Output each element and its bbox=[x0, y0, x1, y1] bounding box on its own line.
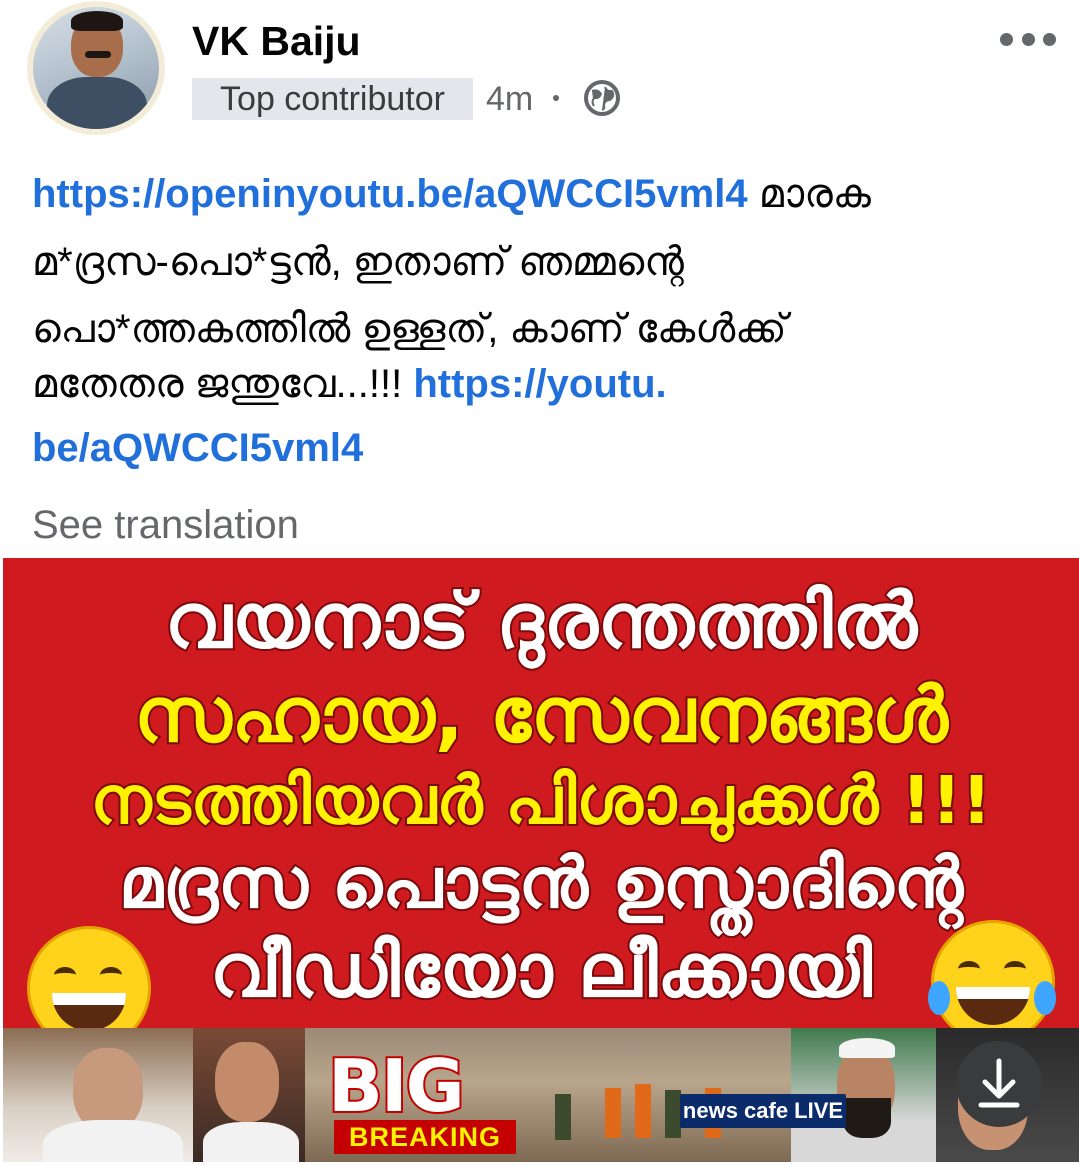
see-translation-link[interactable]: See translation bbox=[32, 503, 299, 548]
thumbnail-headline-2: സഹായ, സേവനങ്ങൾ bbox=[132, 668, 950, 761]
post-link-2-cont[interactable]: be/aQWCCI5vml4 bbox=[32, 426, 363, 470]
post-text-line-3: പൊ*ത്തകത്തിൽ ഉള്ളത്, കാണ് കേൾക്ക് bbox=[32, 307, 787, 351]
channel-label: news cafe LIVE bbox=[680, 1094, 846, 1128]
thumbnail-photo-strip bbox=[3, 1028, 1079, 1162]
author-avatar[interactable] bbox=[27, 1, 165, 135]
thumbnail-headline-3: നടത്തിയവർ പിശാചുക്കൾ !!! bbox=[88, 760, 993, 841]
post-text-line-4: മതേതര ജന്തുവേ...!!! https://youtu. bbox=[32, 362, 667, 407]
post-link-1[interactable]: https://openinyoutu.be/aQWCCI5vml4 bbox=[32, 172, 748, 216]
globe-icon[interactable] bbox=[583, 79, 621, 117]
download-button[interactable] bbox=[956, 1041, 1042, 1127]
post-text-1: മാരക bbox=[747, 172, 871, 216]
post-link-2[interactable]: https://youtu. bbox=[413, 362, 666, 406]
breaking-label: BREAKING bbox=[334, 1120, 516, 1154]
top-contributor-badge[interactable]: Top contributor bbox=[192, 78, 473, 120]
post-text-line-5: be/aQWCCI5vml4 bbox=[32, 426, 363, 471]
thumbnail-headline-1: വയനാട് ദുരന്തത്തിൽ bbox=[163, 574, 919, 667]
person-photo-1 bbox=[3, 1028, 193, 1162]
post-text-line-1: https://openinyoutu.be/aQWCCI5vml4 മാരക bbox=[32, 172, 871, 217]
person-photo-2 bbox=[193, 1028, 305, 1162]
author-name[interactable]: VK Baiju bbox=[192, 18, 361, 65]
tears-of-joy-emoji-icon bbox=[928, 920, 1056, 1044]
big-label: BIG bbox=[326, 1042, 467, 1130]
more-options-icon[interactable] bbox=[1000, 33, 1056, 49]
video-thumbnail[interactable]: വയനാട് ദുരന്തത്തിൽ സഹായ, സേവനങ്ങൾ നടത്തി… bbox=[3, 558, 1079, 1162]
post-text-4: മതേതര ജന്തുവേ...!!! bbox=[32, 362, 414, 406]
separator-dot bbox=[553, 95, 559, 101]
post-text-line-2: മ*ദ്രസ-പൊ*ട്ടൻ, ഇതാണ് ഞമ്മന്റെ bbox=[32, 240, 684, 284]
download-icon bbox=[978, 1058, 1020, 1108]
post-timestamp[interactable]: 4m bbox=[486, 80, 533, 119]
big-breaking-banner: BIG BREAKING bbox=[316, 1042, 516, 1156]
thumbnail-headline-5: വീഡിയോ ലീക്കായി bbox=[208, 926, 874, 1016]
thumbnail-headline-4: മദ്രസ പൊട്ടൻ ഉസ്താദിന്റെ bbox=[117, 840, 965, 926]
